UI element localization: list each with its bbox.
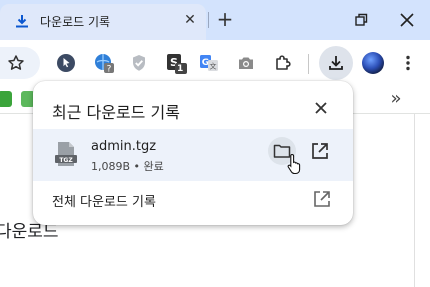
tab-strip: 다운로드 기록 ✕ + [0,0,430,40]
tab-separator [208,12,209,28]
download-status: 1,089B • 완료 [91,160,164,173]
tab-download-history[interactable]: 다운로드 기록 ✕ [0,4,206,40]
camera-extension-icon[interactable] [236,53,256,73]
all-downloads-link[interactable]: 전체 다운로드 기록 [52,191,156,210]
restore-window-icon[interactable] [351,10,371,30]
open-history-external-icon[interactable] [310,187,334,211]
download-icon [326,53,346,73]
downloads-button[interactable] [319,46,353,80]
download-item[interactable]: TGZ admin.tgz 1,089B • 완료 [33,129,353,181]
tab-title: 다운로드 기록 [40,15,111,29]
bookmark-star-icon[interactable] [6,53,26,73]
file-name: admin.tgz [91,139,157,154]
bubble-title: 최근 다운로드 기록 [52,103,180,122]
translate-extension-icon[interactable]: G文 [199,53,219,73]
bookmarks-overflow-button[interactable]: » [386,88,406,110]
toolbar-separator [308,54,309,74]
puzzle-extensions-icon[interactable] [273,53,293,73]
page-divider [414,114,415,287]
bookmark-favicon-icon[interactable] [0,91,12,107]
download-favicon-icon [14,13,30,29]
close-window-icon[interactable] [397,10,417,30]
open-external-icon[interactable] [308,139,332,163]
download-bubble: 최근 다운로드 기록 TGZ admin.tgz 1,089B • 완료 전체 … [33,81,353,225]
svg-text:?: ? [107,65,112,74]
browser-toolbar: ? S 1 G文 [0,40,430,86]
mouse-cursor-icon [287,153,303,175]
svg-text:文: 文 [210,62,217,71]
new-tab-button[interactable]: + [214,8,236,30]
shield-extension-icon[interactable] [129,53,149,73]
close-icon[interactable] [309,96,333,120]
profile-avatar[interactable] [362,52,384,74]
tab-close-button[interactable]: ✕ [180,10,200,30]
file-type-label: TGZ [59,157,73,164]
globe-extension-icon[interactable]: ? [94,53,114,73]
more-menu-icon[interactable] [398,53,418,73]
extension-badge: 1 [177,64,184,74]
pointer-extension-icon[interactable] [56,53,76,73]
